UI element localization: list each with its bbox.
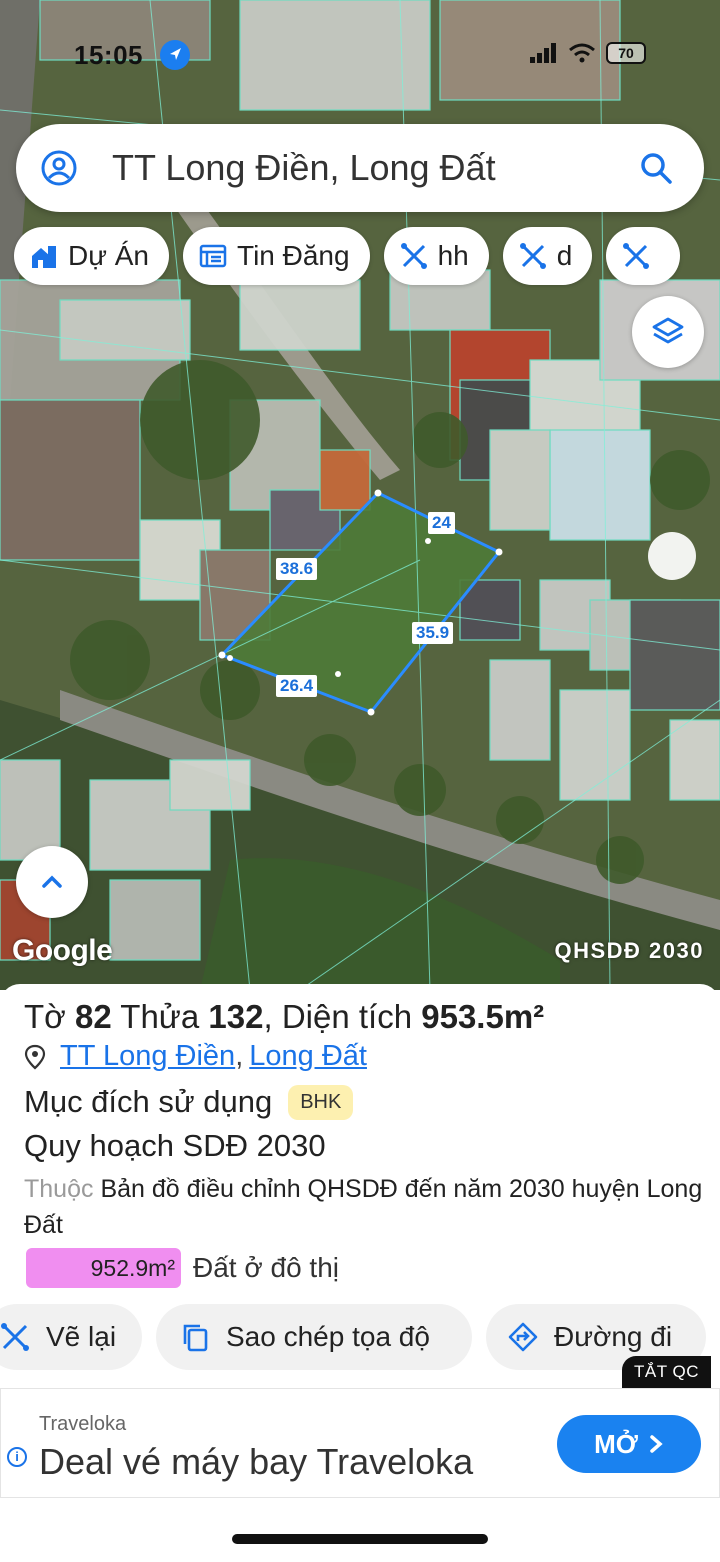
floating-handle[interactable] [648,532,696,580]
plan-title: Quy hoạch SDĐ 2030 [24,1128,326,1163]
parcel-info-panel: Tờ 82 Thửa 132, Diện tích 953.5m² TT Lon… [0,984,720,1562]
chip-listings[interactable]: Tin Đăng [183,227,370,285]
status-indicators: 70 [530,42,646,64]
address-separator: , [235,1040,244,1072]
plan-source: Thuộc Bản đồ điều chỉnh QHSDĐ đến năm 20… [24,1171,704,1243]
status-bar: 15:05 70 [0,34,720,74]
sheet-prefix: Tờ [24,998,66,1035]
edge-length-label: 24 [428,512,455,534]
chip-projects[interactable]: Dự Án [14,227,169,285]
chip-label: d [556,240,573,271]
ruler-icon [400,243,427,269]
belongs-prefix: Thuộc [24,1175,94,1203]
purpose-label: Mục đích sử dụng [24,1084,273,1119]
edge-length-label: 38.6 [276,558,318,580]
redraw-button[interactable]: Vẽ lại [0,1304,142,1370]
location-arrow-icon [160,40,190,70]
signal-icon [530,43,556,63]
parcel-title: Tờ 82 Thửa 132, Diện tích 953.5m² [24,998,544,1036]
chip-label: hh [437,240,469,271]
listing-icon [199,244,227,268]
action-button-row: Vẽ lại Sao chép tọa độ Đường đi [0,1304,720,1370]
satellite-map[interactable]: 24 38.6 35.9 26.4 15:05 70 TT Long Điền,… [0,0,720,990]
purpose-code-badge: BHK [288,1084,354,1120]
area-prefix: , Diện tích [263,998,413,1035]
belongs-text: Bản đồ điều chỉnh QHSDĐ đến năm 2030 huy… [24,1175,703,1239]
expand-panel-button[interactable] [16,846,88,918]
chip-measure-hh[interactable]: hh [383,227,489,285]
directions-icon [508,1322,538,1352]
copy-coordinates-label: Sao chép tọa độ [226,1321,430,1352]
ad-title[interactable]: Deal vé máy bay Traveloka [39,1441,473,1483]
ad-info-icon[interactable]: i [7,1447,27,1467]
map-layer-label: QHSDĐ 2030 [554,938,704,963]
chevron-right-icon [650,1435,663,1453]
layers-icon [652,317,684,344]
parcel-address: TT Long Điền , Long Đất [24,1040,367,1073]
ad-source: Traveloka [39,1413,127,1435]
location-pin-icon [24,1044,46,1069]
edge-length-label: 26.4 [276,675,318,697]
home-indicator[interactable] [232,1534,488,1544]
user-account-icon[interactable] [40,149,78,187]
google-attribution: Google [12,934,113,967]
ad-banner[interactable]: i Traveloka Deal vé máy bay Traveloka MỞ [0,1388,720,1498]
plot-number: 132 [208,998,264,1035]
plot-prefix: Thửa [120,998,200,1035]
edge-length-label: 35.9 [412,622,454,644]
home-city-icon [32,246,56,268]
sheet-number: 82 [74,998,112,1035]
zone-area-bar: 952.9m² [26,1248,181,1288]
map-layers-button[interactable] [632,296,704,368]
copy-icon [183,1324,208,1352]
address-town-link[interactable]: TT Long Điền [60,1040,235,1073]
turn-off-ads-button[interactable]: TẮT QC [622,1356,712,1388]
ad-open-button[interactable]: MỞ [557,1415,701,1473]
chip-label: Tin Đăng [237,240,350,271]
ruler-icon [623,243,650,269]
status-time: 15:05 [74,40,143,70]
battery-icon: 70 [606,42,646,64]
chip-measure-more[interactable] [606,227,681,285]
land-use-purpose: Mục đích sử dụng BHK [24,1084,354,1120]
parcel-area: 953.5m² [421,998,545,1035]
filter-chip-row: Dự Án Tin Đăng hh d [14,227,681,285]
address-district-link[interactable]: Long Đất [249,1040,367,1073]
zone-area-row: 952.9m² Đất ở đô thị [26,1248,339,1288]
search-bar[interactable]: TT Long Điền, Long Đất [16,124,704,212]
zone-label: Đất ở đô thị [193,1252,339,1283]
chip-measure-d[interactable]: d [502,227,593,285]
copy-coordinates-button[interactable]: Sao chép tọa độ [156,1304,472,1370]
search-icon[interactable] [638,150,674,186]
ruler-icon [519,243,546,269]
search-input[interactable]: TT Long Điền, Long Đất [112,147,638,189]
ruler-icon [1,1323,29,1351]
chevron-up-icon [42,875,62,888]
wifi-icon [569,43,595,63]
chip-label: Dự Án [68,240,149,271]
redraw-label: Vẽ lại [46,1321,117,1352]
directions-label: Đường đi [554,1321,673,1352]
ad-open-label: MỞ [594,1428,638,1459]
